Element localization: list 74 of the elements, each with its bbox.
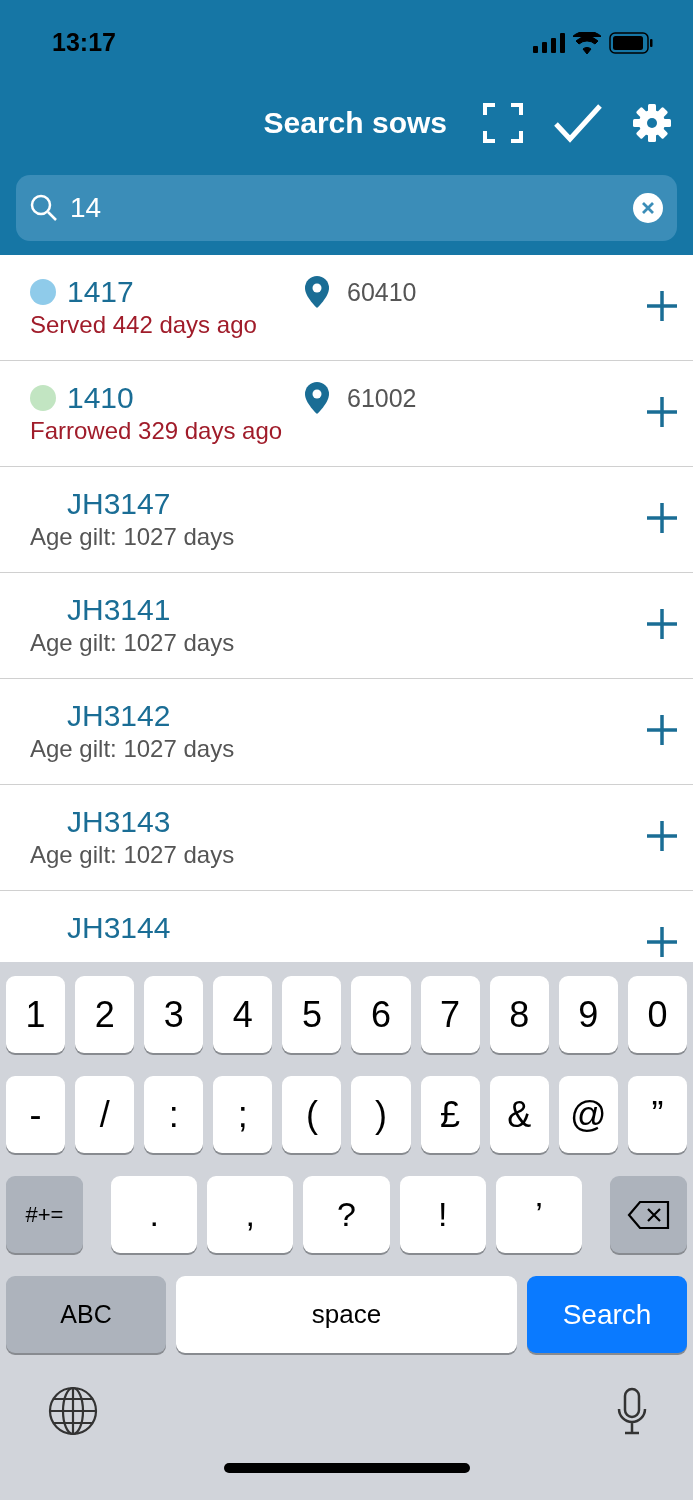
backspace-key[interactable] (610, 1176, 687, 1253)
keyboard-key[interactable]: #+= (6, 1176, 83, 1253)
checkmark-icon[interactable] (553, 103, 603, 143)
location-text: 60410 (347, 277, 417, 307)
sow-id: JH3141 (67, 593, 172, 627)
settings-icon[interactable] (633, 104, 671, 142)
keyboard-key[interactable]: £ (420, 1076, 480, 1153)
sow-id: JH3147 (67, 487, 172, 521)
keyboard-key[interactable]: @ (558, 1076, 618, 1153)
search-icon (30, 194, 58, 222)
sow-id: 1417 (67, 275, 135, 309)
add-icon[interactable] (645, 925, 679, 959)
keyboard-key[interactable]: ? (303, 1176, 390, 1253)
keyboard-key[interactable]: ABC (6, 1276, 166, 1353)
keyboard-key[interactable]: ) (351, 1076, 411, 1153)
sow-row[interactable]: JH3143 Age gilt: 1027 days (0, 785, 693, 891)
keyboard-key[interactable]: ’ (495, 1176, 582, 1253)
page-title: Search sows (263, 106, 447, 140)
keyboard-key[interactable]: 4 (213, 976, 273, 1053)
keyboard-key[interactable]: 8 (489, 976, 549, 1053)
globe-icon[interactable] (48, 1386, 98, 1436)
status-text: Farrowed 329 days ago (30, 417, 284, 445)
keyboard-key[interactable]: ! (399, 1176, 486, 1253)
status-text: Age gilt: 1027 days (30, 629, 236, 657)
add-icon[interactable] (645, 819, 679, 853)
keyboard-key[interactable]: 2 (75, 976, 135, 1053)
keyboard-key[interactable]: / (75, 1076, 135, 1153)
keyboard-key[interactable]: 6 (351, 976, 411, 1053)
signal-icon (533, 32, 565, 53)
keyboard-key[interactable]: 7 (420, 976, 480, 1053)
keyboard-key[interactable]: & (489, 1076, 549, 1153)
search-field[interactable]: 14 (16, 175, 677, 241)
status-text: Served 442 days ago (30, 311, 258, 339)
backspace-icon (626, 1199, 671, 1230)
keyboard-key[interactable]: 9 (558, 976, 618, 1053)
add-icon[interactable] (645, 289, 679, 323)
keyboard-key[interactable]: 5 (282, 976, 342, 1053)
keyboard-key[interactable]: 0 (627, 976, 687, 1053)
sow-id: 1410 (67, 381, 135, 415)
keyboard-key[interactable]: ; (213, 1076, 273, 1153)
keyboard-key[interactable]: . (111, 1176, 198, 1253)
keyboard-key[interactable]: , (207, 1176, 294, 1253)
add-icon[interactable] (645, 501, 679, 535)
sow-id: JH3143 (67, 805, 172, 839)
location-pin-icon (305, 382, 329, 414)
sow-id: JH3144 (67, 911, 172, 945)
clear-icon[interactable] (633, 193, 663, 223)
sow-row[interactable]: JH3142 Age gilt: 1027 days (0, 679, 693, 785)
keyboard-key[interactable]: ” (627, 1076, 687, 1153)
microphone-icon[interactable] (617, 1387, 647, 1435)
keyboard-key[interactable]: 1 (6, 976, 66, 1053)
location-pin-icon (305, 276, 329, 308)
add-icon[interactable] (645, 607, 679, 641)
sow-row[interactable]: JH3141 Age gilt: 1027 days (0, 573, 693, 679)
status-text: Age gilt: 1027 days (30, 841, 236, 869)
add-icon[interactable] (645, 713, 679, 747)
space-key[interactable]: space (176, 1276, 517, 1353)
sow-id: JH3142 (67, 699, 172, 733)
status-time: 13:17 (52, 28, 116, 57)
location-text: 61002 (347, 383, 417, 413)
status-text: Age gilt: 1027 days (30, 735, 236, 763)
scan-icon[interactable] (483, 103, 523, 143)
battery-icon (609, 31, 653, 54)
add-icon[interactable] (645, 395, 679, 429)
keyboard-key[interactable]: - (6, 1076, 66, 1153)
sow-row[interactable]: 1417 60410 Served 442 days ago (0, 255, 693, 361)
status-text: Age gilt: 1027 days (30, 523, 236, 551)
keyboard-key[interactable]: : (144, 1076, 204, 1153)
wifi-icon (573, 31, 601, 54)
keyboard-key[interactable]: ( (282, 1076, 342, 1153)
sow-row[interactable]: JH3147 Age gilt: 1027 days (0, 467, 693, 573)
search-key[interactable]: Search (527, 1276, 687, 1353)
sow-row[interactable]: 1410 61002 Farrowed 329 days ago (0, 361, 693, 467)
keyboard-key[interactable]: 3 (144, 976, 204, 1053)
